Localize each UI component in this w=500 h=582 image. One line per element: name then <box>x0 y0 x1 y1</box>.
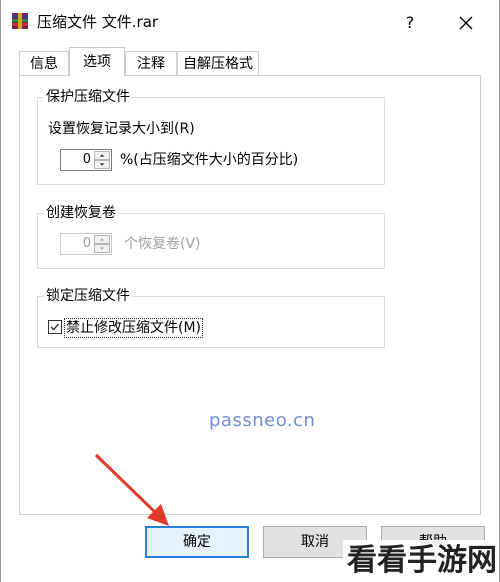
site-logo-overlay: 看看手游网 <box>343 540 499 582</box>
window-title: 压缩文件 文件.rar <box>37 13 159 31</box>
close-icon[interactable] <box>453 10 479 36</box>
spin-down-arrow-icon[interactable] <box>94 244 110 253</box>
spinner-buttons <box>94 235 110 253</box>
recovery-size-spinner[interactable]: 0 <box>60 149 112 171</box>
forbid-modify-checkbox[interactable] <box>48 320 62 334</box>
spinner-buttons <box>94 151 110 169</box>
recovery-size-value[interactable]: 0 <box>63 151 91 169</box>
watermark-text: passneo.cn <box>209 410 316 431</box>
recovery-unit-label: %(占压缩文件大小的百分比) <box>120 152 299 168</box>
spin-up-arrow-icon[interactable] <box>94 151 110 160</box>
recovery-volume-value[interactable]: 0 <box>63 235 91 253</box>
tab-comment[interactable]: 注释 <box>125 51 177 75</box>
forbid-modify-label[interactable]: 禁止修改压缩文件(M) <box>64 318 204 338</box>
title-bar: 压缩文件 文件.rar ? <box>1 0 499 44</box>
recovery-volume-spinner[interactable]: 0 <box>60 233 112 255</box>
tab-sfx[interactable]: 自解压格式 <box>177 51 259 75</box>
lock-archive-group: 锁定压缩文件 禁止修改压缩文件(M) <box>37 287 385 348</box>
spin-down-arrow-icon[interactable] <box>94 160 110 169</box>
group-title: 创建恢复卷 <box>44 204 118 222</box>
help-question-icon[interactable]: ? <box>397 10 423 36</box>
archive-properties-dialog: 压缩文件 文件.rar ? 信息 选项 注释 自解压格式 保护压缩文件 设置恢复… <box>0 0 500 582</box>
group-title: 锁定压缩文件 <box>44 287 132 305</box>
recovery-volume-unit-label: 个恢复卷(V) <box>124 236 201 252</box>
ok-button[interactable]: 确定 <box>145 526 249 558</box>
protect-archive-group: 保护压缩文件 设置恢复记录大小到(R) 0 %(占压缩文件大小的百分比) <box>37 88 385 185</box>
tab-info[interactable]: 信息 <box>19 51 69 75</box>
recovery-record-label: 设置恢复记录大小到(R) <box>48 121 195 137</box>
spin-up-arrow-icon[interactable] <box>94 235 110 244</box>
recovery-volume-group: 创建恢复卷 0 个恢复卷(V) <box>37 204 385 269</box>
winrar-app-icon <box>12 13 28 29</box>
group-title: 保护压缩文件 <box>44 88 132 106</box>
tab-options[interactable]: 选项 <box>69 47 125 76</box>
